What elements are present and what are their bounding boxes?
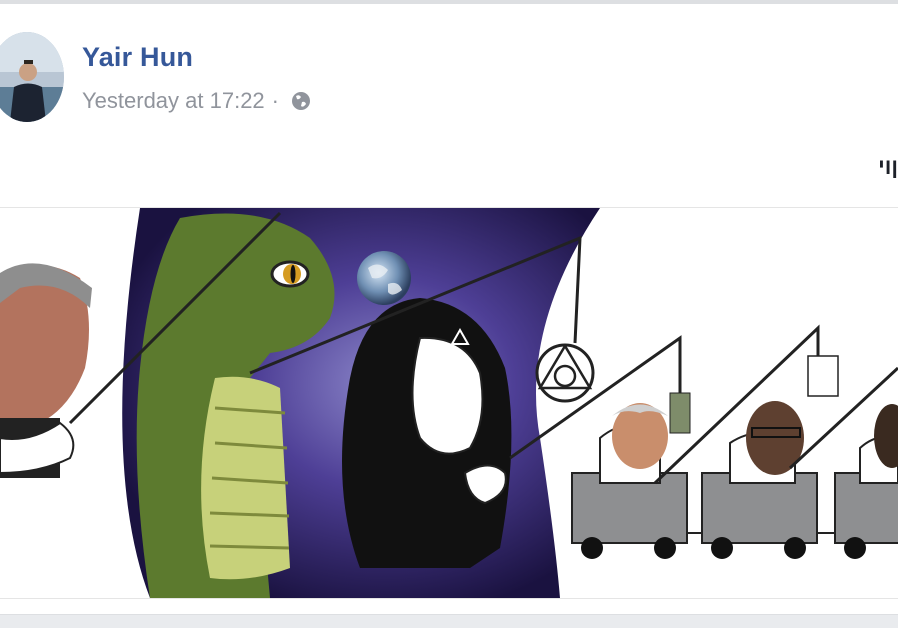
post-meta: Yesterday at 17:22 ·	[82, 88, 312, 114]
post-text: ןוי	[878, 154, 898, 179]
author-avatar[interactable]	[0, 32, 64, 122]
globe-icon[interactable]	[290, 90, 312, 112]
feed-post: Yair Hun Yesterday at 17:22 · ןוי	[0, 4, 898, 615]
author-name-link[interactable]: Yair Hun	[82, 42, 193, 73]
post-timestamp[interactable]: Yesterday at 17:22	[82, 88, 265, 114]
meta-separator: ·	[271, 88, 279, 113]
post-image[interactable]	[0, 207, 898, 599]
